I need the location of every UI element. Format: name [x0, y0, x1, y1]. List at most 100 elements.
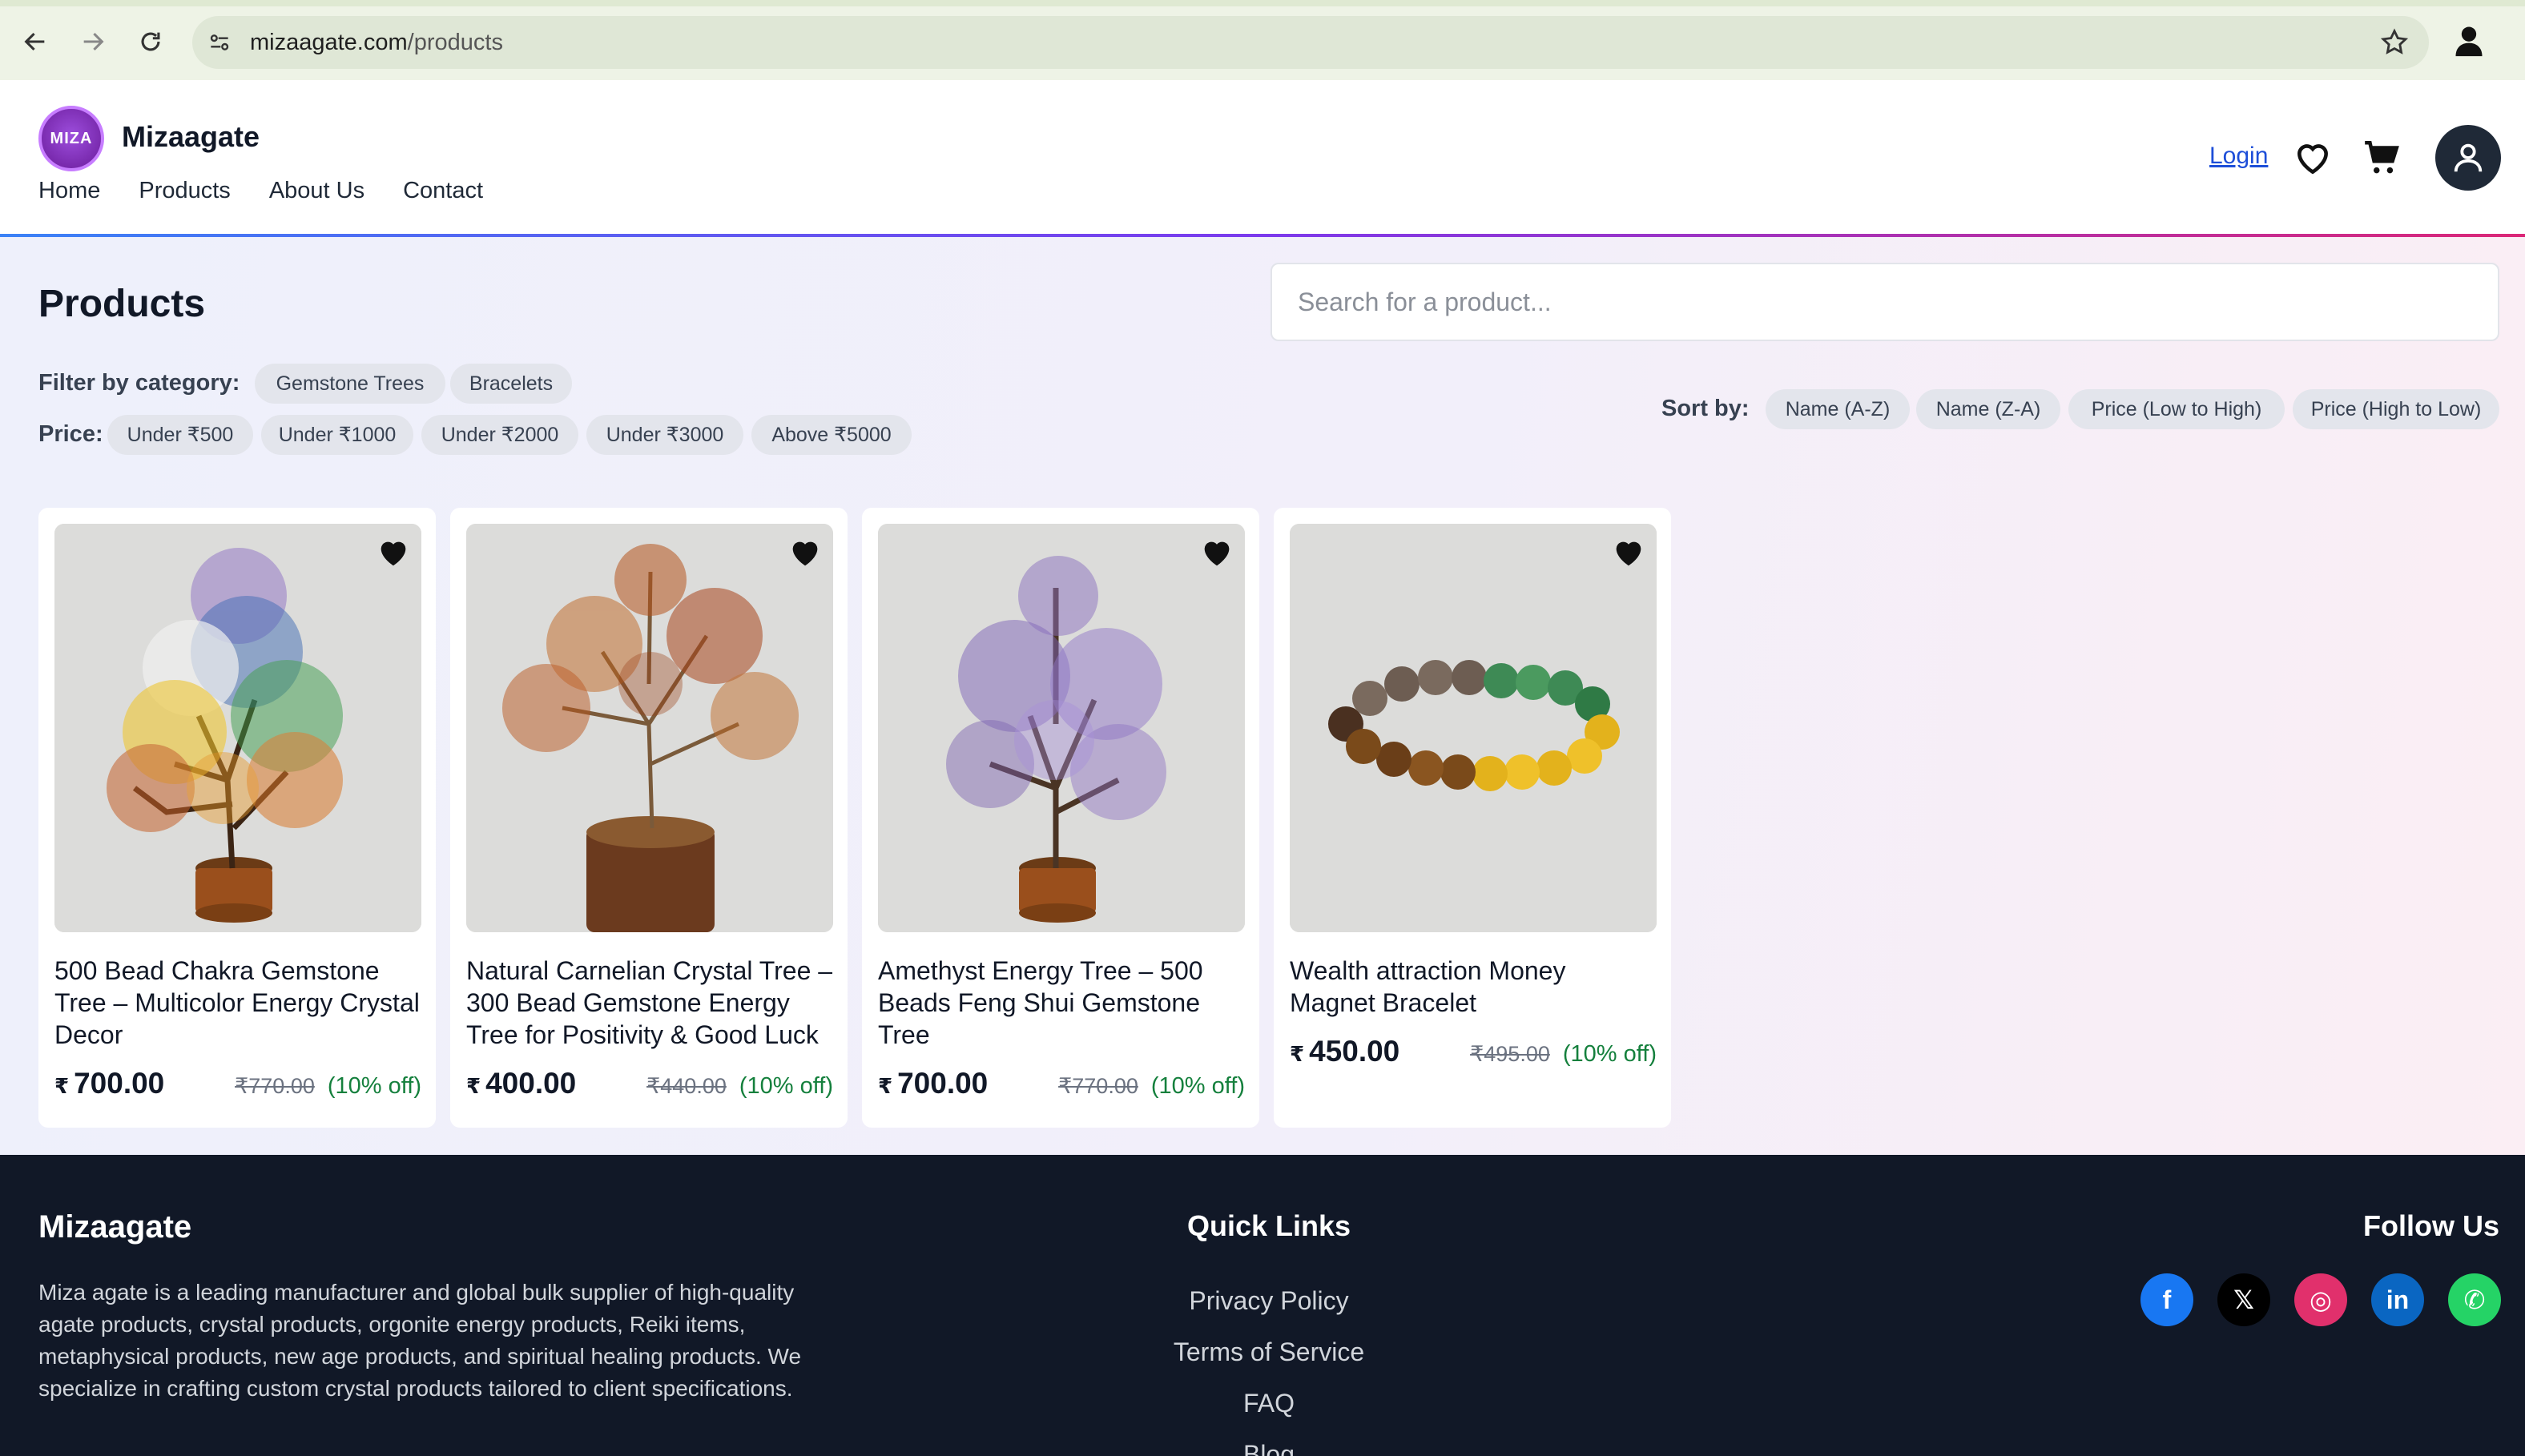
reload-button[interactable] — [130, 21, 171, 62]
cart-icon[interactable] — [2362, 138, 2402, 178]
footer-link-faq[interactable]: FAQ — [1109, 1378, 1429, 1429]
price-row: ₹ 450.00 ₹495.00 (10% off) — [1290, 1035, 1657, 1068]
product-price: 400.00 — [485, 1067, 577, 1100]
product-image-chakra-tree[interactable] — [54, 524, 421, 932]
currency-symbol: ₹ — [466, 1074, 481, 1098]
instagram-icon: ◎ — [2310, 1285, 2332, 1314]
discount-label: (10% off) — [1150, 1073, 1245, 1099]
arrow-right-icon — [83, 32, 104, 51]
price-filter-label: Price: — [38, 421, 103, 447]
main-nav: Home Products About Us Contact — [38, 178, 483, 204]
category-filter-label: Filter by category: — [38, 370, 240, 396]
facebook-link[interactable]: f — [2140, 1273, 2193, 1326]
product-image-amethyst-tree[interactable] — [878, 524, 1245, 932]
sort-chip-name-asc[interactable]: Name (A-Z) — [1766, 389, 1910, 429]
currency-symbol: ₹ — [54, 1074, 70, 1098]
product-card[interactable]: Wealth attraction Money Magnet Bracelet … — [1274, 508, 1671, 1128]
whatsapp-icon: ✆ — [2463, 1285, 2486, 1314]
brand-name[interactable]: Mizaagate — [122, 120, 260, 154]
price-chip-under-2000[interactable]: Under ₹2000 — [421, 415, 578, 455]
logo-text: MIZA — [50, 129, 93, 147]
product-card[interactable]: Amethyst Energy Tree – 500 Beads Feng Sh… — [862, 508, 1259, 1128]
bookmark-star-icon[interactable] — [2379, 27, 2410, 58]
sort-label: Sort by: — [1661, 396, 1750, 421]
follow-us-title: Follow Us — [2363, 1209, 2499, 1242]
x-icon: 𝕏 — [2233, 1285, 2254, 1314]
browser-toolbar: mizaagate.com/products — [0, 0, 2525, 80]
forward-button[interactable] — [72, 21, 114, 62]
back-button[interactable] — [14, 21, 56, 62]
reload-icon — [141, 32, 160, 51]
site-header: MIZA Mizaagate Home Products About Us Co… — [0, 80, 2525, 235]
nav-contact[interactable]: Contact — [403, 178, 483, 204]
footer-brand: Mizaagate — [38, 1209, 192, 1245]
nav-home[interactable]: Home — [38, 178, 100, 204]
linkedin-icon: in — [2386, 1285, 2410, 1314]
filter-chip-bracelets[interactable]: Bracelets — [450, 364, 572, 404]
product-title[interactable]: Natural Carnelian Crystal Tree – 300 Bea… — [466, 955, 833, 1051]
sort-chip-price-desc[interactable]: Price (High to Low) — [2293, 389, 2499, 429]
site-settings-icon[interactable] — [207, 30, 232, 55]
footer-description: Miza agate is a leading manufacturer and… — [38, 1280, 802, 1401]
brand-logo[interactable]: MIZA — [38, 106, 104, 171]
price-chip-under-1000[interactable]: Under ₹1000 — [261, 415, 413, 455]
product-title[interactable]: Wealth attraction Money Magnet Bracelet — [1290, 955, 1657, 1019]
tab-strip — [0, 0, 2525, 6]
products-section: Products Filter by category: Gemstone Tr… — [0, 237, 2525, 1155]
product-title[interactable]: Amethyst Energy Tree – 500 Beads Feng Sh… — [878, 955, 1245, 1051]
sort-chip-name-desc[interactable]: Name (Z-A) — [1916, 389, 2060, 429]
product-price: 450.00 — [1309, 1035, 1400, 1068]
currency-symbol: ₹ — [878, 1074, 893, 1098]
product-card[interactable]: 500 Bead Chakra Gemstone Tree – Multicol… — [38, 508, 436, 1128]
url-domain: mizaagate.com — [250, 30, 408, 55]
price-row: ₹ 700.00 ₹770.00 (10% off) — [54, 1067, 421, 1100]
product-price: 700.00 — [74, 1067, 165, 1100]
discount-label: (10% off) — [739, 1073, 833, 1099]
sort-chip-price-asc[interactable]: Price (Low to High) — [2068, 389, 2285, 429]
linkedin-link[interactable]: in — [2371, 1273, 2424, 1326]
currency-symbol: ₹ — [1290, 1042, 1305, 1066]
original-price: ₹440.00 — [646, 1074, 727, 1098]
whatsapp-link[interactable]: ✆ — [2448, 1273, 2501, 1326]
nav-about-us[interactable]: About Us — [269, 178, 364, 204]
heart-icon — [792, 541, 818, 566]
x-link[interactable]: 𝕏 — [2217, 1273, 2270, 1326]
wishlist-heart-icon[interactable] — [2293, 138, 2333, 178]
product-title[interactable]: 500 Bead Chakra Gemstone Tree – Multicol… — [54, 955, 421, 1051]
original-price: ₹495.00 — [1470, 1042, 1550, 1066]
login-link[interactable]: Login — [2209, 143, 2268, 170]
heart-icon — [1204, 541, 1230, 566]
user-account-button[interactable] — [2435, 125, 2501, 191]
product-card[interactable]: Natural Carnelian Crystal Tree – 300 Bea… — [450, 508, 848, 1128]
product-price: 700.00 — [897, 1067, 989, 1100]
footer-link-blog[interactable]: Blog — [1109, 1429, 1429, 1456]
wishlist-heart-button[interactable] — [1610, 533, 1647, 570]
heart-icon — [1616, 541, 1641, 566]
search-input[interactable] — [1271, 263, 2499, 341]
url-path: /products — [407, 30, 503, 55]
price-chip-under-500[interactable]: Under ₹500 — [107, 415, 253, 455]
url-text: mizaagate.com/products — [250, 30, 503, 56]
product-image-money-magnet-bracelet[interactable] — [1290, 524, 1657, 932]
arrow-left-icon — [24, 32, 45, 51]
page-title: Products — [38, 283, 206, 325]
filter-chip-gemstone-trees[interactable]: Gemstone Trees — [255, 364, 445, 404]
product-image-carnelian-tree[interactable] — [466, 524, 833, 932]
browser-profile-icon[interactable] — [2451, 22, 2487, 58]
nav-products[interactable]: Products — [139, 178, 230, 204]
price-chip-under-3000[interactable]: Under ₹3000 — [586, 415, 743, 455]
user-icon — [2454, 143, 2483, 172]
footer-link-privacy-policy[interactable]: Privacy Policy — [1109, 1275, 1429, 1326]
price-chip-above-5000[interactable]: Above ₹5000 — [751, 415, 912, 455]
wishlist-heart-button[interactable] — [375, 533, 412, 570]
price-row: ₹ 700.00 ₹770.00 (10% off) — [878, 1067, 1245, 1100]
quick-links-title: Quick Links — [1186, 1209, 1351, 1242]
discount-label: (10% off) — [1562, 1041, 1657, 1067]
address-bar[interactable]: mizaagate.com/products — [192, 16, 2429, 69]
wishlist-heart-button[interactable] — [1198, 533, 1235, 570]
instagram-link[interactable]: ◎ — [2294, 1273, 2347, 1326]
wishlist-heart-button[interactable] — [787, 533, 824, 570]
facebook-icon: f — [2162, 1285, 2172, 1314]
footer-link-terms-of-service[interactable]: Terms of Service — [1109, 1326, 1429, 1378]
price-row: ₹ 400.00 ₹440.00 (10% off) — [466, 1067, 833, 1100]
